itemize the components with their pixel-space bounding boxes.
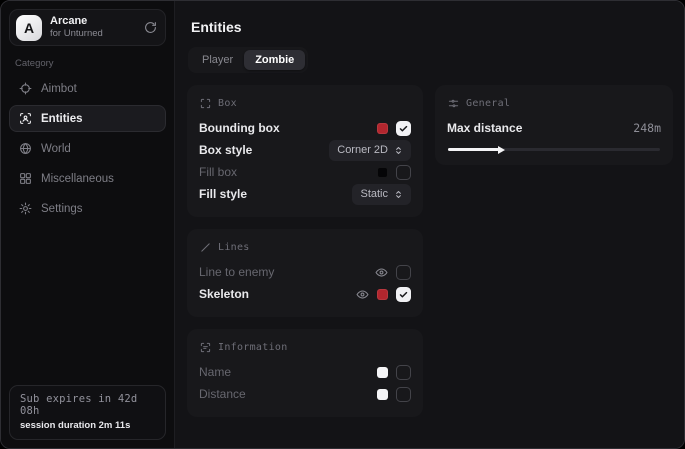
color-swatch[interactable] (377, 123, 388, 134)
sync-icon[interactable] (144, 21, 157, 34)
eye-icon[interactable] (356, 288, 369, 301)
diagonal-line-icon (200, 242, 211, 253)
sidebar-item-label: Entities (41, 113, 83, 125)
chevrons-up-down-icon (394, 145, 403, 156)
max-distance-value: 248m (633, 121, 661, 135)
row-controls (377, 365, 411, 380)
page-title: Entities (191, 19, 673, 35)
information-card-header: Information (200, 342, 411, 353)
card-title: Information (218, 342, 288, 353)
max-distance-slider[interactable] (448, 148, 660, 151)
information-card: Information Name Distance (187, 329, 423, 417)
sidebar-item-aimbot[interactable]: Aimbot (9, 75, 166, 102)
setting-label: Name (199, 365, 231, 379)
slider-fill (448, 148, 499, 151)
grid-icon (18, 172, 32, 185)
sidebar: A Arcane for Unturned Category Aimbot (1, 1, 175, 448)
row-controls (377, 387, 411, 402)
setting-label: Fill style (199, 187, 247, 201)
setting-row-max-distance: Max distance 248m (447, 117, 661, 139)
session-duration-text: session duration 2m 11s (20, 420, 155, 431)
row-controls (375, 265, 411, 280)
left-column: Box Bounding box Box style (187, 85, 423, 417)
color-swatch[interactable] (377, 367, 388, 378)
slider-thumb[interactable] (498, 146, 505, 154)
sidebar-item-miscellaneous[interactable]: Miscellaneous (9, 165, 166, 192)
setting-row-distance: Distance (199, 383, 411, 405)
setting-label: Box style (199, 143, 252, 157)
brand-logo: A (16, 15, 42, 41)
sidebar-item-entities[interactable]: Entities (9, 105, 166, 132)
skeleton-checkbox[interactable] (396, 287, 411, 302)
lines-card: Lines Line to enemy Skeleton (187, 229, 423, 317)
card-title: General (466, 98, 510, 109)
setting-label: Distance (199, 387, 246, 401)
setting-label: Fill box (199, 165, 237, 179)
category-label: Category (15, 58, 174, 69)
name-checkbox[interactable] (396, 365, 411, 380)
scan-text-icon (200, 342, 211, 353)
bounding-box-checkbox[interactable] (396, 121, 411, 136)
dropdown-value: Corner 2D (337, 144, 388, 156)
color-swatch[interactable] (377, 289, 388, 300)
gear-icon (18, 202, 32, 215)
general-card-header: General (448, 98, 661, 109)
dropdown-value: Static (360, 188, 388, 200)
sidebar-item-label: Miscellaneous (41, 173, 114, 185)
sliders-icon (448, 98, 459, 109)
lines-card-header: Lines (200, 242, 411, 253)
brand-text: Arcane for Unturned (50, 15, 136, 40)
globe-icon (18, 142, 32, 155)
sidebar-item-label: Aimbot (41, 83, 77, 95)
setting-label: Skeleton (199, 287, 249, 301)
eye-icon[interactable] (375, 266, 388, 279)
card-title: Lines (218, 242, 250, 253)
scan-box-icon (200, 98, 211, 109)
main-panel: Entities Player Zombie Box (175, 1, 685, 448)
setting-label: Line to enemy (199, 265, 274, 279)
setting-label: Bounding box (199, 121, 280, 135)
row-controls (356, 287, 411, 302)
distance-checkbox[interactable] (396, 387, 411, 402)
brand-card: A Arcane for Unturned (9, 9, 166, 46)
entities-icon (18, 112, 32, 125)
crosshair-icon (18, 82, 32, 95)
setting-label: Max distance (447, 121, 522, 135)
right-column: General Max distance 248m (435, 85, 673, 417)
setting-row-line-to-enemy: Line to enemy (199, 261, 411, 283)
sidebar-item-world[interactable]: World (9, 135, 166, 162)
sidebar-item-label: World (41, 143, 71, 155)
app-window: A Arcane for Unturned Category Aimbot (0, 0, 685, 449)
fill-box-checkbox[interactable] (396, 165, 411, 180)
box-style-dropdown[interactable]: Corner 2D (329, 140, 411, 161)
fill-style-dropdown[interactable]: Static (352, 184, 411, 205)
sidebar-item-label: Settings (41, 203, 83, 215)
tab-zombie[interactable]: Zombie (244, 50, 305, 70)
sidebar-nav: Aimbot Entities World (1, 75, 174, 222)
color-swatch[interactable] (377, 389, 388, 400)
row-controls (377, 165, 411, 180)
sidebar-item-settings[interactable]: Settings (9, 195, 166, 222)
color-swatch[interactable] (377, 167, 388, 178)
setting-row-skeleton: Skeleton (199, 283, 411, 305)
general-card: General Max distance 248m (435, 85, 673, 165)
card-title: Box (218, 98, 237, 109)
entity-tabs: Player Zombie (188, 47, 308, 73)
brand-subtitle: for Unturned (50, 28, 136, 39)
box-card: Box Bounding box Box style (187, 85, 423, 217)
setting-row-name: Name (199, 361, 411, 383)
setting-row-bounding-box: Bounding box (199, 117, 411, 139)
sub-expiry-text: Sub expires in 42d 08h (20, 393, 155, 417)
settings-columns: Box Bounding box Box style (187, 85, 673, 417)
setting-row-box-style: Box style Corner 2D (199, 139, 411, 161)
subscription-info-card: Sub expires in 42d 08h session duration … (9, 385, 166, 440)
line-to-enemy-checkbox[interactable] (396, 265, 411, 280)
row-controls (377, 121, 411, 136)
setting-row-fill-style: Fill style Static (199, 183, 411, 205)
box-card-header: Box (200, 98, 411, 109)
chevrons-up-down-icon (394, 189, 403, 200)
setting-row-fill-box: Fill box (199, 161, 411, 183)
tab-player[interactable]: Player (191, 50, 244, 70)
brand-name: Arcane (50, 15, 136, 28)
